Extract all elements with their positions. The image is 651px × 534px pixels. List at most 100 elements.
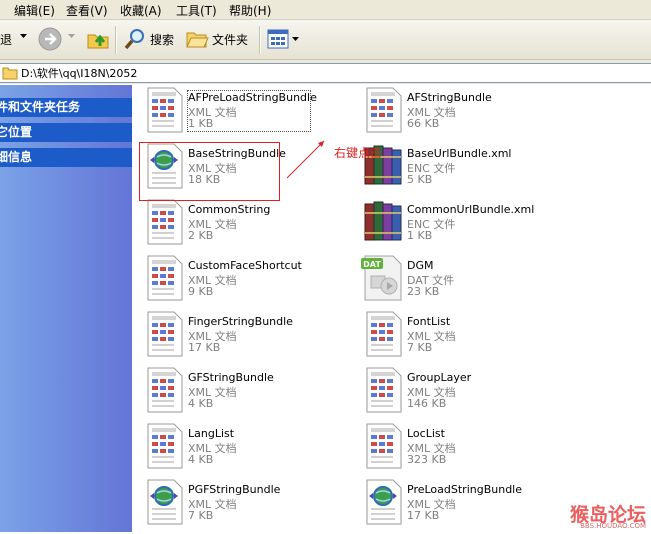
xml-doc-icon: [359, 86, 407, 134]
up-folder-button[interactable]: [86, 27, 110, 51]
panel-other-places-label: 它位置: [0, 125, 33, 139]
file-name: BaseUrlBundle.xml: [407, 147, 512, 160]
file-name: GroupLayer: [407, 371, 472, 384]
menu-help[interactable]: 帮助(H): [229, 2, 271, 19]
search-icon: [124, 29, 144, 50]
dat-file-icon: DAT: [359, 254, 407, 302]
file-size: 7 KB: [407, 341, 433, 354]
file-size: 2 KB: [188, 229, 214, 242]
file-name: LocList: [407, 427, 445, 440]
toolbar: 退 搜索 文件夹: [0, 20, 651, 60]
address-path: D:\软件\qq\I18N\2052: [21, 67, 138, 80]
file-size: 23 KB: [407, 285, 440, 298]
file-size: 17 KB: [407, 509, 440, 522]
xml-doc-icon: [359, 310, 407, 358]
file-item[interactable]: GroupLayer XML 文档 146 KB: [359, 366, 559, 422]
xml-doc-icon: [140, 198, 188, 246]
xml-doc-icon: [140, 254, 188, 302]
file-item[interactable]: PreLoadStringBundle XML 文档 17 KB: [359, 478, 559, 534]
panel-file-folder-tasks[interactable]: 件和文件夹任务: [0, 98, 132, 117]
file-list: AFPreLoadStringBundle XML 文档 1 KB AFStringB…: [132, 85, 651, 532]
file-name: PGFStringBundle: [188, 483, 281, 496]
search-button[interactable]: 搜索: [123, 27, 174, 51]
file-item[interactable]: CommonUrlBundle.xml ENC 文件 1 KB: [359, 198, 559, 254]
file-size: 9 KB: [188, 285, 214, 298]
file-size: 146 KB: [407, 397, 447, 410]
back-button-label: 退: [0, 33, 13, 47]
views-dropdown-icon: [292, 37, 299, 41]
file-size: 4 KB: [188, 397, 214, 410]
xml-doc-icon: [140, 310, 188, 358]
menu-bar: 编辑(E) 查看(V) 收藏(A) 工具(T) 帮助(H): [0, 0, 651, 20]
forward-button[interactable]: [38, 27, 62, 51]
forward-dropdown-icon[interactable]: [68, 34, 75, 38]
file-size: 4 KB: [188, 453, 214, 466]
search-button-label: 搜索: [150, 32, 175, 47]
xml-web-icon: [140, 478, 188, 526]
svg-text:DAT: DAT: [363, 260, 381, 269]
file-item[interactable]: GFStringBundle XML 文档 4 KB: [140, 366, 340, 422]
focus-rectangle: [187, 90, 311, 132]
xml-web-icon: [359, 478, 407, 526]
menu-tools[interactable]: 工具(T): [176, 2, 217, 19]
watermark-url: BBS.HOUDAO.COM: [580, 522, 646, 530]
file-item[interactable]: FingerStringBundle XML 文档 17 KB: [140, 310, 340, 366]
file-size: 17 KB: [188, 341, 221, 354]
file-item[interactable]: PGFStringBundle XML 文档 7 KB: [140, 478, 340, 534]
file-name: CustomFaceShortcut: [188, 259, 302, 272]
file-name: GFStringBundle: [188, 371, 274, 384]
highlight-box: [139, 142, 280, 201]
panel-details[interactable]: 细信息: [0, 148, 132, 167]
back-button[interactable]: 退: [0, 31, 12, 48]
file-size: 66 KB: [407, 117, 440, 130]
file-item[interactable]: CommonString XML 文档 2 KB: [140, 198, 340, 254]
file-name: DGM: [407, 259, 434, 272]
xml-doc-icon: [359, 366, 407, 414]
address-input[interactable]: D:\软件\qq\I18N\2052: [0, 63, 651, 83]
views-button[interactable]: [267, 29, 299, 49]
xml-doc-icon: [359, 422, 407, 470]
forward-arrow-icon: [38, 27, 62, 51]
file-name: CommonUrlBundle.xml: [407, 203, 535, 216]
watermark-logo: 猴岛论坛 BBS.HOUDAO.COM: [550, 500, 650, 532]
panel-details-label: 细信息: [0, 150, 33, 164]
annotation-label: 右键点击: [334, 146, 383, 160]
xml-doc-icon: [140, 366, 188, 414]
file-item[interactable]: FontList XML 文档 7 KB: [359, 310, 559, 366]
folder-small-icon: [2, 67, 18, 80]
menu-edit[interactable]: 编辑(E): [14, 2, 55, 19]
file-item[interactable]: LangList XML 文档 4 KB: [140, 422, 340, 478]
file-size: 1 KB: [407, 229, 433, 242]
xml-doc-icon: [140, 86, 188, 134]
up-folder-icon: [87, 34, 109, 49]
folders-button-label: 文件夹: [212, 32, 249, 47]
file-name: AFStringBundle: [407, 91, 492, 104]
file-name: CommonString: [188, 203, 271, 216]
books-icon: [359, 198, 407, 246]
file-item[interactable]: LocList XML 文档 323 KB: [359, 422, 559, 478]
xml-doc-icon: [140, 422, 188, 470]
file-item[interactable]: CustomFaceShortcut XML 文档 9 KB: [140, 254, 340, 310]
file-name: FontList: [407, 315, 451, 328]
menu-view[interactable]: 查看(V): [66, 2, 108, 19]
file-item[interactable]: AFStringBundle XML 文档 66 KB: [359, 86, 559, 142]
file-size: 5 KB: [407, 173, 433, 186]
file-size: 323 KB: [407, 453, 447, 466]
file-item[interactable]: DAT DGM DAT 文件 23 KB: [359, 254, 559, 310]
folder-icon: [186, 32, 209, 48]
file-name: FingerStringBundle: [188, 315, 293, 328]
address-bar: D:\软件\qq\I18N\2052: [0, 60, 651, 84]
file-size: 7 KB: [188, 509, 214, 522]
back-dropdown-icon[interactable]: [20, 34, 27, 38]
views-icon: [267, 29, 289, 49]
file-item[interactable]: BaseUrlBundle.xml ENC 文件 5 KB: [359, 142, 559, 198]
panel-other-places[interactable]: 它位置: [0, 123, 132, 142]
file-name: LangList: [188, 427, 235, 440]
file-name: PreLoadStringBundle: [407, 483, 523, 496]
file-item[interactable]: AFPreLoadStringBundle XML 文档 1 KB: [140, 86, 340, 142]
task-pane: 件和文件夹任务 它位置 细信息: [0, 85, 132, 532]
folders-button[interactable]: 文件夹: [185, 27, 248, 51]
menu-favorites[interactable]: 收藏(A): [120, 2, 162, 19]
panel-file-folder-tasks-label: 件和文件夹任务: [0, 100, 81, 114]
annotation-arrow-icon: [286, 140, 325, 179]
